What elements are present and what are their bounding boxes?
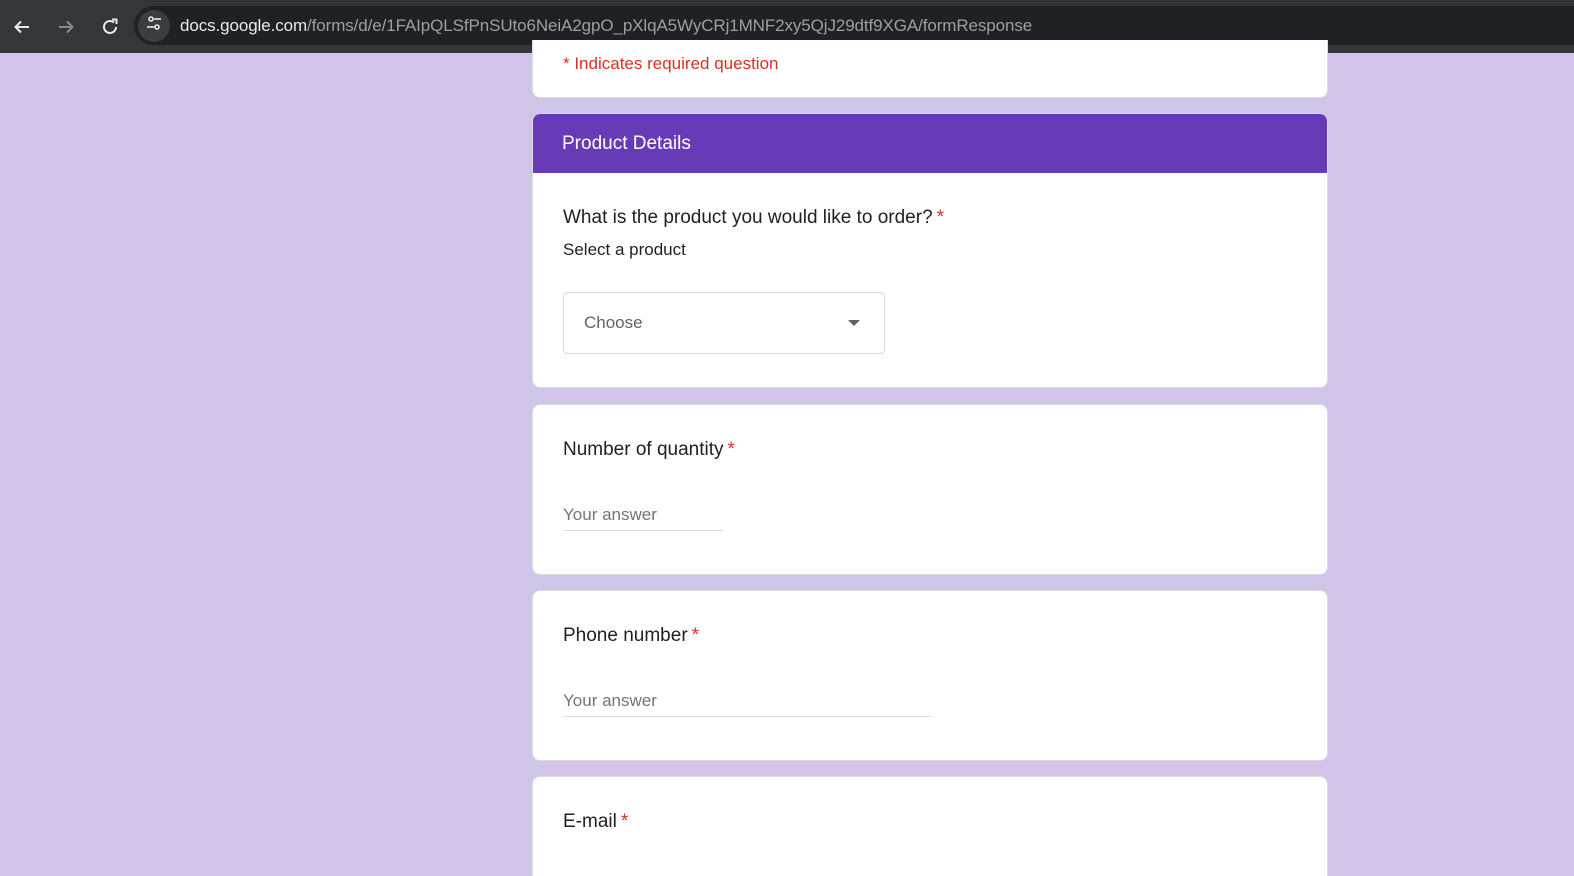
question-phone-title: Phone number * bbox=[563, 625, 699, 647]
question-text: Phone number bbox=[563, 625, 688, 646]
url-host: docs.google.com bbox=[180, 15, 308, 35]
question-product-description: Select a product bbox=[563, 240, 686, 259]
site-info-button[interactable] bbox=[138, 9, 170, 42]
question-text: What is the product you would like to or… bbox=[563, 207, 933, 228]
required-asterisk: * bbox=[936, 207, 945, 228]
question-email-card: E-mail * bbox=[532, 776, 1328, 876]
question-text: E-mail bbox=[563, 811, 617, 832]
forward-button[interactable] bbox=[50, 11, 82, 43]
question-phone-card: Phone number * bbox=[532, 590, 1328, 761]
required-asterisk: * bbox=[691, 625, 700, 646]
tune-icon bbox=[145, 14, 163, 37]
url-text[interactable]: docs.google.com/forms/d/e/1FAIpQLSfPnSUt… bbox=[180, 16, 1032, 36]
arrow-right-icon bbox=[57, 18, 75, 36]
required-asterisk: * bbox=[620, 811, 629, 832]
arrow-left-icon bbox=[13, 18, 31, 36]
question-email-title: E-mail * bbox=[563, 811, 628, 833]
reload-icon bbox=[101, 18, 119, 36]
url-path: /forms/d/e/1FAIpQLSfPnSUto6NeiA2gpO_pXlq… bbox=[307, 15, 1033, 35]
dropdown-arrow-icon bbox=[848, 320, 860, 326]
phone-input[interactable] bbox=[563, 691, 931, 717]
dropdown-value: Choose bbox=[584, 313, 643, 332]
product-details-section: Product Details What is the product you … bbox=[532, 113, 1328, 388]
question-text: Number of quantity bbox=[563, 439, 724, 460]
question-quantity-title: Number of quantity * bbox=[563, 439, 735, 461]
question-product-title: What is the product you would like to or… bbox=[563, 207, 944, 229]
section-title: Product Details bbox=[533, 114, 1327, 173]
product-dropdown[interactable]: Choose bbox=[563, 292, 885, 354]
quantity-input[interactable] bbox=[563, 505, 723, 531]
question-quantity-card: Number of quantity * bbox=[532, 404, 1328, 575]
required-note: * Indicates required question bbox=[563, 54, 779, 73]
required-asterisk: * bbox=[727, 439, 735, 460]
reload-button[interactable] bbox=[94, 11, 126, 43]
back-button[interactable] bbox=[6, 11, 38, 43]
form-header-card: * Indicates required question bbox=[532, 40, 1328, 98]
